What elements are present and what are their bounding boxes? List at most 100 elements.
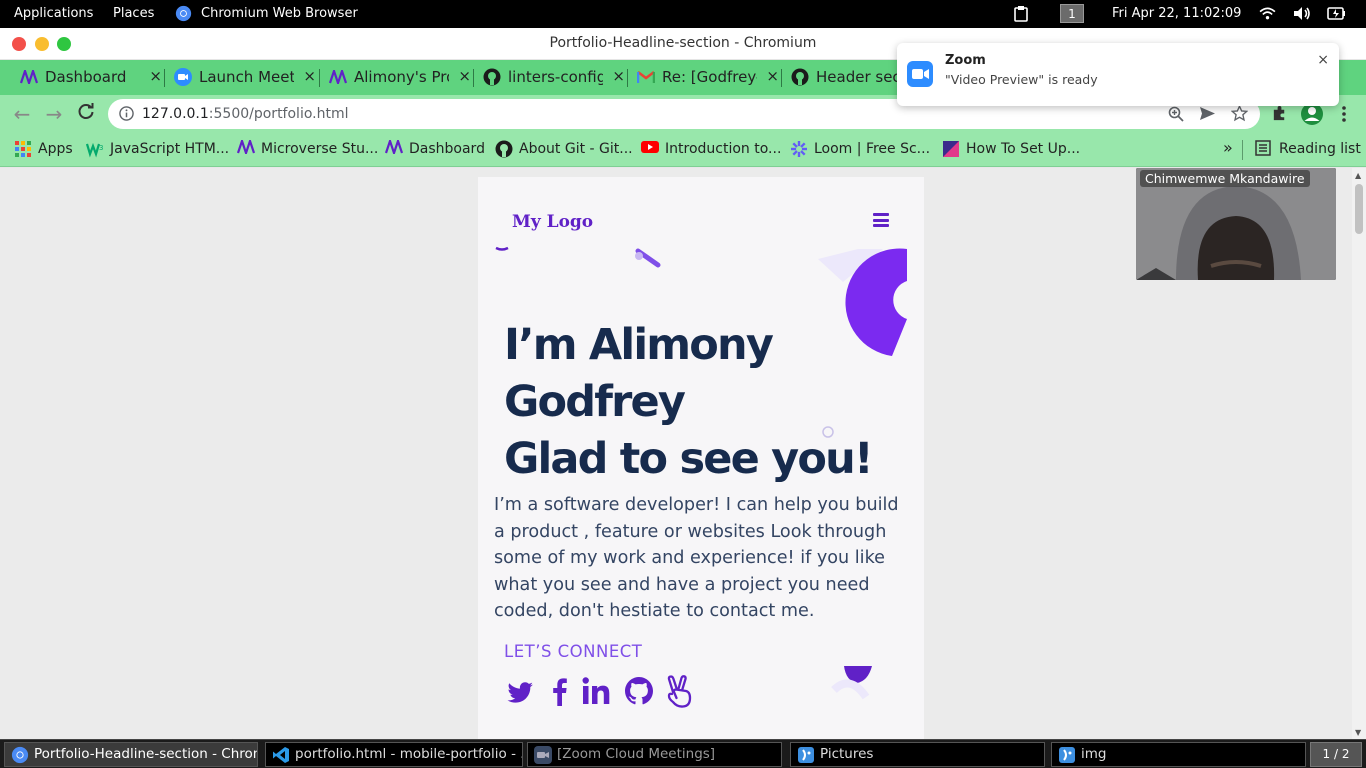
zoom-icon — [534, 746, 552, 764]
bookmark-microverse-student[interactable]: Microverse Stu... — [236, 137, 378, 160]
bookmark-label: Dashboard — [409, 141, 485, 157]
tab-alimony-progress[interactable]: Alimony's Progress × — [321, 60, 475, 95]
hamburger-menu-icon[interactable] — [873, 213, 889, 227]
scrollbar-thumb[interactable] — [1355, 184, 1363, 234]
taskbar-item-vscode[interactable]: portfolio.html - mobile-portfolio - ... — [265, 742, 523, 767]
github-icon — [495, 140, 513, 158]
apps-grid-icon — [14, 140, 32, 158]
headline-line-3: Glad to see you! — [504, 434, 874, 484]
microverse-icon — [20, 68, 38, 86]
volume-icon[interactable] — [1293, 6, 1311, 25]
scroll-up-arrow-icon[interactable]: ▲ — [1355, 171, 1361, 180]
twitter-icon[interactable] — [504, 675, 536, 707]
site-info-icon[interactable] — [119, 106, 134, 125]
url-text[interactable]: 127.0.0.1:5500/portfolio.html — [142, 106, 349, 122]
github-icon — [791, 68, 809, 86]
facebook-icon[interactable] — [544, 675, 576, 707]
wifi-icon[interactable] — [1259, 7, 1276, 24]
places-menu[interactable]: Places — [113, 6, 154, 21]
youtube-icon — [641, 140, 659, 158]
extensions-icon[interactable] — [1271, 105, 1288, 126]
taskbar-item-pictures[interactable]: Pictures — [790, 742, 1045, 767]
chromium-icon — [11, 746, 29, 764]
tab-close-button[interactable]: × — [149, 67, 162, 85]
participant-name: Chimwemwe Mkandawire — [1140, 170, 1310, 187]
taskbar-item-img[interactable]: img — [1051, 742, 1306, 767]
url-path: :5500/portfolio.html — [208, 106, 349, 122]
reading-list-label: Reading list — [1279, 141, 1361, 157]
bookmarks-divider — [1242, 140, 1243, 160]
tab-separator — [627, 69, 628, 87]
bookmark-loom[interactable]: Loom | Free Sc... — [790, 140, 930, 160]
github-icon[interactable] — [623, 675, 655, 707]
clipboard-icon[interactable] — [1014, 5, 1028, 26]
gmail-icon — [637, 68, 655, 86]
angellist-icon[interactable] — [664, 675, 696, 708]
notification-close-button[interactable]: × — [1317, 52, 1329, 68]
bookmark-label: Apps — [38, 141, 73, 157]
tab-close-button[interactable]: × — [766, 67, 779, 85]
url-host: 127.0.0.1 — [142, 106, 209, 122]
bookmark-star-icon[interactable] — [1230, 104, 1249, 126]
tab-dashboard[interactable]: Dashboard × — [12, 60, 166, 95]
linkedin-icon[interactable] — [580, 675, 612, 707]
tab-close-button[interactable]: × — [303, 67, 316, 85]
bookmark-apps[interactable]: Apps — [14, 140, 73, 160]
tab-label: linters-config — [508, 68, 603, 86]
clock[interactable]: Fri Apr 22, 11:02:09 — [1112, 6, 1241, 21]
taskbar-item-zoom[interactable]: [Zoom Cloud Meetings] — [527, 742, 782, 767]
workspace-indicator[interactable]: 1 — [1060, 4, 1084, 23]
bookmarks-bar: Apps 3 JavaScript HTM... Microverse Stu..… — [0, 133, 1366, 167]
zoom-video-thumbnail[interactable]: Chimwemwe Mkandawire — [1136, 168, 1336, 280]
svg-text:3: 3 — [99, 144, 103, 152]
forward-arrow-icon[interactable]: → — [43, 103, 65, 125]
tab-gmail-godfrey[interactable]: Re: [Godfrey- × — [629, 60, 783, 95]
workspace-pager[interactable]: 1 / 2 — [1310, 742, 1362, 767]
zoom-magnifier-icon[interactable] — [1168, 106, 1184, 126]
zoom-notification[interactable]: Zoom "Video Preview" is ready × — [897, 43, 1339, 106]
send-icon[interactable] — [1199, 106, 1216, 125]
scroll-down-arrow-icon[interactable]: ▼ — [1355, 728, 1361, 737]
bookmark-dashboard[interactable]: Dashboard — [384, 137, 485, 160]
applications-menu[interactable]: Applications — [14, 6, 93, 21]
notification-title: Zoom — [945, 53, 986, 68]
github-icon — [483, 68, 501, 86]
bookmark-about-git[interactable]: About Git - Git... — [495, 140, 633, 160]
reload-icon[interactable] — [75, 102, 97, 124]
tab-separator — [473, 69, 474, 87]
file-manager-icon — [1058, 746, 1076, 764]
browser-menu[interactable]: Chromium Web Browser — [201, 6, 358, 21]
file-manager-icon — [797, 746, 815, 764]
bookmark-label: About Git - Git... — [519, 141, 633, 157]
bookmark-javascript[interactable]: 3 JavaScript HTM... — [85, 140, 229, 160]
bookmark-introduction[interactable]: Introduction to... — [641, 140, 781, 160]
tab-separator — [319, 69, 320, 87]
deco-dot — [635, 252, 643, 260]
battery-icon[interactable] — [1327, 7, 1346, 24]
headline: I’m Alimony Godfrey Glad to see you! — [504, 317, 874, 488]
taskbar-label: Pictures — [820, 746, 874, 762]
microverse-icon — [384, 137, 404, 158]
intro-paragraph: I’m a software developer! I can help you… — [494, 495, 899, 621]
tab-linters-config[interactable]: linters-config × — [475, 60, 629, 95]
bookmark-how-to-set-up[interactable]: How To Set Up... — [942, 140, 1080, 160]
lets-connect-heading: LET’S CONNECT — [504, 642, 643, 661]
tab-label: Alimony's Progress — [354, 68, 449, 86]
back-arrow-icon[interactable]: ← — [11, 103, 33, 125]
taskbar-label: img — [1081, 746, 1107, 762]
tab-label: Re: [Godfrey- — [662, 68, 757, 86]
tab-close-button[interactable]: × — [612, 67, 625, 85]
zoom-icon — [174, 68, 192, 86]
page-scrollbar[interactable]: ▲ ▼ — [1352, 168, 1366, 739]
tab-close-button[interactable]: × — [458, 67, 471, 85]
bookmarks-overflow-chevron-icon[interactable]: » — [1223, 138, 1233, 158]
profile-avatar-icon[interactable] — [1301, 103, 1323, 125]
site-logo[interactable]: My Logo — [512, 212, 593, 232]
taskbar-item-chromium[interactable]: Portfolio-Headline-section - Chrom... — [4, 742, 258, 767]
reading-list-button[interactable]: Reading list — [1255, 140, 1361, 160]
kebab-menu-icon[interactable] — [1339, 105, 1349, 127]
portfolio-page: My Logo I’m Alimony Godfrey Glad to see … — [478, 177, 924, 739]
deco-light-arc — [831, 679, 870, 700]
tab-launch-meeting[interactable]: Launch Meeting × — [166, 60, 320, 95]
deco-arc-left — [495, 246, 509, 251]
